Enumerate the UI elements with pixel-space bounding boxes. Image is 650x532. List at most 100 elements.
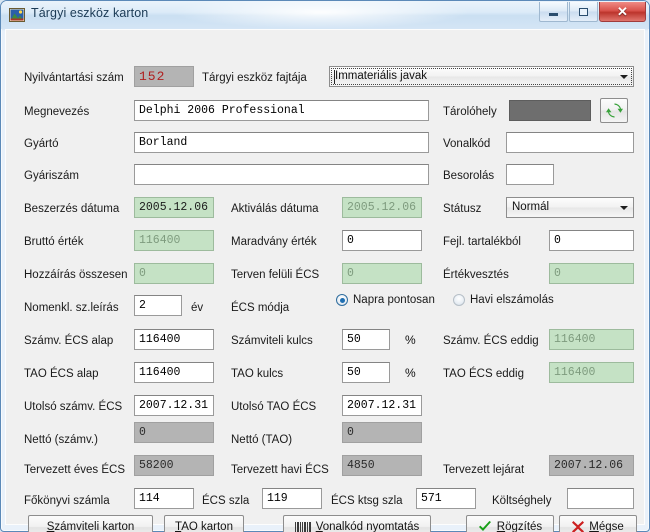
input-tervezett-havi-ecs: 4850 bbox=[342, 455, 422, 476]
input-beszerzes-datuma[interactable]: 2005.12.06 bbox=[134, 197, 214, 218]
input-aktivalas-datuma: 2005.12.06 bbox=[342, 197, 422, 218]
chevron-down-icon bbox=[620, 206, 628, 210]
window-root: Tárgyi eszköz karton ✕ Nyilvántartási sz… bbox=[0, 0, 650, 532]
input-tervezett-lejarat: 2007.12.06 bbox=[549, 455, 634, 476]
label-beszerzes-datuma: Beszerzés dátuma bbox=[24, 203, 120, 215]
unit-percent-szamviteli: % bbox=[405, 333, 416, 347]
input-szamv-ecs-eddig: 116400 bbox=[549, 329, 634, 350]
app-photo-icon bbox=[9, 8, 25, 22]
rogzites-label: Rögzítés bbox=[496, 521, 543, 532]
input-netto-szamv: 0 bbox=[134, 422, 214, 443]
label-szamv-ecs-eddig: Számv. ÉCS eddig bbox=[443, 335, 539, 347]
input-netto-tao: 0 bbox=[342, 422, 422, 443]
label-brutto-ertek: Bruttó érték bbox=[24, 236, 84, 248]
megse-label: Mégse bbox=[589, 521, 624, 532]
label-nyilvantartasi-szam: Nyilvántartási szám bbox=[24, 72, 124, 84]
radio-napra-pontosan[interactable]: Napra pontosan bbox=[336, 294, 435, 306]
label-tervezett-eves-ecs: Tervezett éves ÉCS bbox=[24, 464, 125, 476]
input-maradvany-ertek[interactable]: 0 bbox=[342, 230, 422, 251]
tao-karton-button[interactable]: TAO karton bbox=[164, 515, 244, 532]
chevron-down-icon bbox=[620, 75, 628, 79]
close-icon: ✕ bbox=[617, 4, 628, 19]
tao-karton-label: TAO karton bbox=[175, 521, 233, 532]
barcode-icon bbox=[294, 521, 311, 532]
input-utolso-tao-ecs[interactable]: 2007.12.31 bbox=[342, 395, 422, 416]
input-megnevezes[interactable]: Delphi 2006 Professional bbox=[134, 100, 429, 121]
refresh-icon bbox=[605, 103, 623, 118]
input-vonalkod[interactable] bbox=[506, 132, 634, 153]
label-tao-kulcs: TAO kulcs bbox=[231, 368, 284, 380]
radio-havi-elszamolas[interactable]: Havi elszámolás bbox=[453, 294, 554, 306]
label-megnevezes: Megnevezés bbox=[24, 106, 90, 118]
label-fokonyvi-szamla: Főkönyvi számla bbox=[24, 495, 110, 507]
label-aktivalas-datuma: Aktiválás dátuma bbox=[231, 203, 319, 215]
input-terven-feluli-ecs: 0 bbox=[342, 263, 422, 284]
label-maradvany-ertek: Maradvány érték bbox=[231, 236, 317, 248]
maximize-button[interactable] bbox=[569, 2, 598, 22]
form-client-area: Nyilvántartási szám 152 Tárgyi eszköz fa… bbox=[5, 29, 645, 532]
window-controls: ✕ bbox=[539, 2, 646, 23]
rogzites-button[interactable]: Rögzítés bbox=[466, 515, 554, 532]
input-gyarto[interactable]: Borland bbox=[134, 132, 429, 153]
label-gyarto: Gyártó bbox=[24, 138, 59, 150]
input-fejl-tartalekbol[interactable]: 0 bbox=[549, 230, 634, 251]
input-ertekvesztes: 0 bbox=[549, 263, 634, 284]
select-statusz-value: Normál bbox=[512, 201, 550, 213]
vonalkod-nyomtatas-button[interactable]: Vonalkód nyomtatás bbox=[283, 515, 431, 532]
window-title: Tárgyi eszköz karton bbox=[31, 6, 149, 20]
unit-percent-tao: % bbox=[405, 366, 416, 380]
label-fejl-tartalekbol: Fejl. tartalékból bbox=[443, 236, 521, 248]
unit-ev: év bbox=[191, 302, 204, 314]
select-targyi-eszkoz-fajtaja-value: Immateriális javak bbox=[335, 70, 428, 82]
radio-off-icon bbox=[453, 294, 465, 306]
title-bar[interactable]: Tárgyi eszköz karton ✕ bbox=[1, 1, 649, 29]
label-tervezett-lejarat: Tervezett lejárat bbox=[443, 464, 525, 476]
input-tao-kulcs[interactable]: 50 bbox=[342, 362, 390, 383]
label-ecs-szla: ÉCS szla bbox=[202, 495, 250, 507]
label-nomenkl-sz-leiras: Nomenkl. sz.leírás bbox=[24, 302, 119, 314]
label-koltseghely: Költséghely bbox=[492, 495, 552, 507]
megse-button[interactable]: Mégse bbox=[559, 515, 637, 532]
radio-on-icon bbox=[336, 294, 348, 306]
label-ecs-ktsg-szla: ÉCS ktsg szla bbox=[331, 495, 403, 507]
label-tervezett-havi-ecs: Tervezett havi ÉCS bbox=[231, 464, 329, 476]
close-button[interactable]: ✕ bbox=[599, 2, 646, 22]
label-tao-ecs-alap: TAO ÉCS alap bbox=[24, 368, 99, 380]
select-targyi-eszkoz-fajtaja[interactable]: Immateriális javak bbox=[329, 66, 634, 87]
input-tao-ecs-eddig: 116400 bbox=[549, 362, 634, 383]
input-tao-ecs-alap[interactable]: 116400 bbox=[134, 362, 214, 383]
radio-havi-elszamolas-label: Havi elszámolás bbox=[470, 294, 554, 306]
label-szamv-ecs-alap: Számv. ÉCS alap bbox=[24, 335, 114, 347]
title-glow bbox=[171, 1, 471, 29]
minimize-button[interactable] bbox=[539, 2, 568, 22]
input-gyariszam[interactable] bbox=[134, 164, 429, 185]
input-szamviteli-kulcs[interactable]: 50 bbox=[342, 329, 390, 350]
refresh-button[interactable] bbox=[600, 98, 628, 123]
input-fokonyvi-szamla[interactable]: 114 bbox=[134, 488, 194, 509]
input-szamv-ecs-alap[interactable]: 116400 bbox=[134, 329, 214, 350]
label-utolso-szamv-ecs: Utolsó számv. ÉCS bbox=[24, 401, 123, 413]
input-koltseghely[interactable] bbox=[567, 488, 634, 509]
input-ecs-szla[interactable]: 119 bbox=[262, 488, 322, 509]
vonalkod-nyomtatas-label: Vonalkód nyomtatás bbox=[315, 521, 420, 532]
select-statusz[interactable]: Normál bbox=[506, 197, 634, 218]
label-statusz: Státusz bbox=[443, 203, 482, 215]
label-utolso-tao-ecs: Utolsó TAO ÉCS bbox=[231, 401, 317, 413]
input-utolso-szamv-ecs[interactable]: 2007.12.31 bbox=[134, 395, 214, 416]
label-besorolas: Besorolás bbox=[443, 170, 495, 182]
label-tao-ecs-eddig: TAO ÉCS eddig bbox=[443, 368, 524, 380]
minimize-icon bbox=[549, 12, 558, 16]
label-szamviteli-kulcs: Számviteli kulcs bbox=[231, 335, 313, 347]
text-caret bbox=[334, 70, 335, 84]
input-besorolas[interactable] bbox=[506, 164, 554, 185]
input-tervezett-eves-ecs: 58200 bbox=[134, 455, 214, 476]
label-gyariszam: Gyáriszám bbox=[24, 170, 79, 182]
input-tarolohely[interactable] bbox=[509, 100, 591, 121]
szamviteli-karton-button[interactable]: Számviteli karton bbox=[28, 515, 153, 532]
input-ecs-ktsg-szla[interactable]: 571 bbox=[416, 488, 476, 509]
field-nyilvantartasi-szam: 152 bbox=[134, 66, 194, 87]
input-nomenkl-sz-leiras[interactable]: 2 bbox=[134, 295, 182, 316]
radio-napra-pontosan-label: Napra pontosan bbox=[353, 294, 435, 306]
label-targyi-eszkoz-fajtaja: Tárgyi eszköz fajtája bbox=[202, 72, 307, 84]
maximize-icon bbox=[579, 7, 588, 16]
